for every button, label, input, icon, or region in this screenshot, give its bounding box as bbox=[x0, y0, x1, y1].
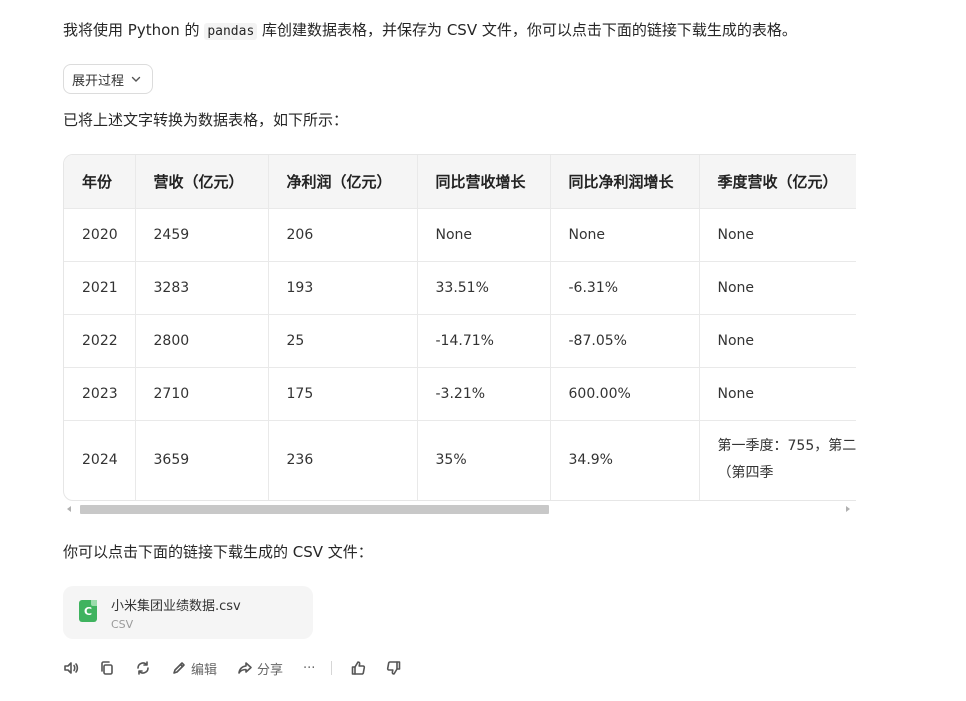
table-cell: 236 bbox=[268, 420, 418, 500]
table-cell: 33.51% bbox=[417, 261, 551, 315]
table-cell: -3.21% bbox=[417, 367, 551, 421]
header-revenue: 营收（亿元） bbox=[135, 155, 269, 209]
edit-button[interactable]: 编辑 bbox=[171, 659, 217, 678]
expand-process-label: 展开过程 bbox=[72, 73, 125, 89]
header-year: 年份 bbox=[64, 155, 136, 209]
table-cell: None bbox=[699, 208, 856, 262]
table-cell: 2023 bbox=[64, 367, 136, 421]
table-cell: 2020 bbox=[64, 208, 136, 262]
inline-code: pandas bbox=[204, 23, 258, 40]
table-cell: 206 bbox=[268, 208, 418, 262]
read-aloud-button[interactable] bbox=[63, 660, 79, 676]
table-cell: -6.31% bbox=[550, 261, 700, 315]
message-actions: 编辑 分享 ··· bbox=[63, 656, 422, 680]
table-cell: 2710 bbox=[135, 367, 269, 421]
table-cell: 第一季度：755，第二季度：1090（第四季 bbox=[699, 420, 856, 500]
dislike-button[interactable] bbox=[386, 660, 402, 676]
like-button[interactable] bbox=[350, 660, 366, 676]
table-cell: 175 bbox=[268, 367, 418, 421]
expand-process-button[interactable]: 展开过程 bbox=[63, 64, 154, 94]
refresh-icon bbox=[137, 661, 149, 675]
data-table-box: 年份 营收（亿元） 净利润（亿元） 同比营收增长 同比净利润增长 季度营收（亿元… bbox=[63, 154, 856, 501]
intro-before: 我将使用 Python 的 bbox=[63, 21, 205, 39]
table-cell: 34.9% bbox=[550, 420, 700, 500]
table-cell: None bbox=[417, 208, 551, 262]
converted-text: 已将上述文字转换为数据表格，如下所示： bbox=[63, 111, 349, 129]
scroll-left-arrow-icon[interactable] bbox=[67, 506, 71, 512]
table-row: 2022 2800 25 -14.71% -87.05% None bbox=[64, 314, 856, 368]
table-cell: None bbox=[550, 208, 700, 262]
share-icon bbox=[238, 662, 252, 674]
header-net-profit: 净利润（亿元） bbox=[268, 155, 418, 209]
more-button[interactable]: ··· bbox=[303, 661, 315, 676]
chevron-down-icon bbox=[131, 76, 141, 82]
regenerate-button[interactable] bbox=[135, 660, 151, 676]
table-cell: 35% bbox=[417, 420, 551, 500]
scroll-right-arrow-icon[interactable] bbox=[846, 506, 850, 512]
copy-button[interactable] bbox=[99, 660, 115, 676]
table-cell: 193 bbox=[268, 261, 418, 315]
share-button[interactable]: 分享 bbox=[237, 659, 283, 678]
header-profit-growth: 同比净利润增长 bbox=[550, 155, 700, 209]
file-type: CSV bbox=[111, 618, 134, 631]
csv-file-card[interactable]: C 小米集团业绩数据.csv CSV bbox=[63, 586, 313, 639]
table-cell: 600.00% bbox=[550, 367, 700, 421]
share-label: 分享 bbox=[257, 662, 284, 678]
table-cell: 2024 bbox=[64, 420, 136, 500]
csv-file-icon: C bbox=[79, 600, 97, 622]
scrollbar-thumb[interactable] bbox=[80, 505, 549, 514]
edit-icon bbox=[173, 662, 185, 674]
table-row: 2020 2459 206 None None None bbox=[64, 208, 856, 262]
header-revenue-growth: 同比营收增长 bbox=[417, 155, 551, 209]
table-row: 2023 2710 175 -3.21% 600.00% None bbox=[64, 367, 856, 421]
file-name: 小米集团业绩数据.csv bbox=[111, 599, 241, 614]
actions-divider bbox=[331, 661, 333, 675]
table-cell: -14.71% bbox=[417, 314, 551, 368]
intro-after: 库创建数据表格，并保存为 CSV 文件，你可以点击下面的链接下载生成的表格。 bbox=[257, 21, 797, 39]
copy-icon bbox=[101, 661, 113, 675]
table-cell: None bbox=[699, 314, 856, 368]
table-cell: 3283 bbox=[135, 261, 269, 315]
download-text: 你可以点击下面的链接下载生成的 CSV 文件： bbox=[63, 543, 373, 561]
table-cell: None bbox=[699, 367, 856, 421]
table-cell: 2459 bbox=[135, 208, 269, 262]
table-cell: 25 bbox=[268, 314, 418, 368]
table-row: 2024 3659 236 35% 34.9% 第一季度：755，第二季度：10… bbox=[64, 420, 856, 500]
speaker-icon bbox=[64, 662, 79, 674]
edit-label: 编辑 bbox=[191, 662, 218, 678]
header-quarterly-revenue: 季度营收（亿元） bbox=[699, 155, 856, 209]
table-header-row: 年份 营收（亿元） 净利润（亿元） 同比营收增长 同比净利润增长 季度营收（亿元… bbox=[64, 155, 856, 209]
table-scroll-container[interactable]: 年份 营收（亿元） 净利润（亿元） 同比营收增长 同比净利润增长 季度营收（亿元… bbox=[63, 154, 856, 517]
table-cell: 2022 bbox=[64, 314, 136, 368]
intro-text: 我将使用 Python 的 pandas 库创建数据表格，并保存为 CSV 文件… bbox=[63, 18, 863, 44]
horizontal-scrollbar[interactable] bbox=[63, 502, 856, 516]
data-table: 年份 营收（亿元） 净利润（亿元） 同比营收增长 同比净利润增长 季度营收（亿元… bbox=[64, 155, 856, 500]
table-cell: None bbox=[699, 261, 856, 315]
table-cell: 2021 bbox=[64, 261, 136, 315]
table-cell: 2800 bbox=[135, 314, 269, 368]
table-cell: 3659 bbox=[135, 420, 269, 500]
table-row: 2021 3283 193 33.51% -6.31% None bbox=[64, 261, 856, 315]
thumbs-up-icon bbox=[352, 661, 366, 675]
thumbs-down-icon bbox=[387, 661, 401, 675]
table-cell: -87.05% bbox=[550, 314, 700, 368]
